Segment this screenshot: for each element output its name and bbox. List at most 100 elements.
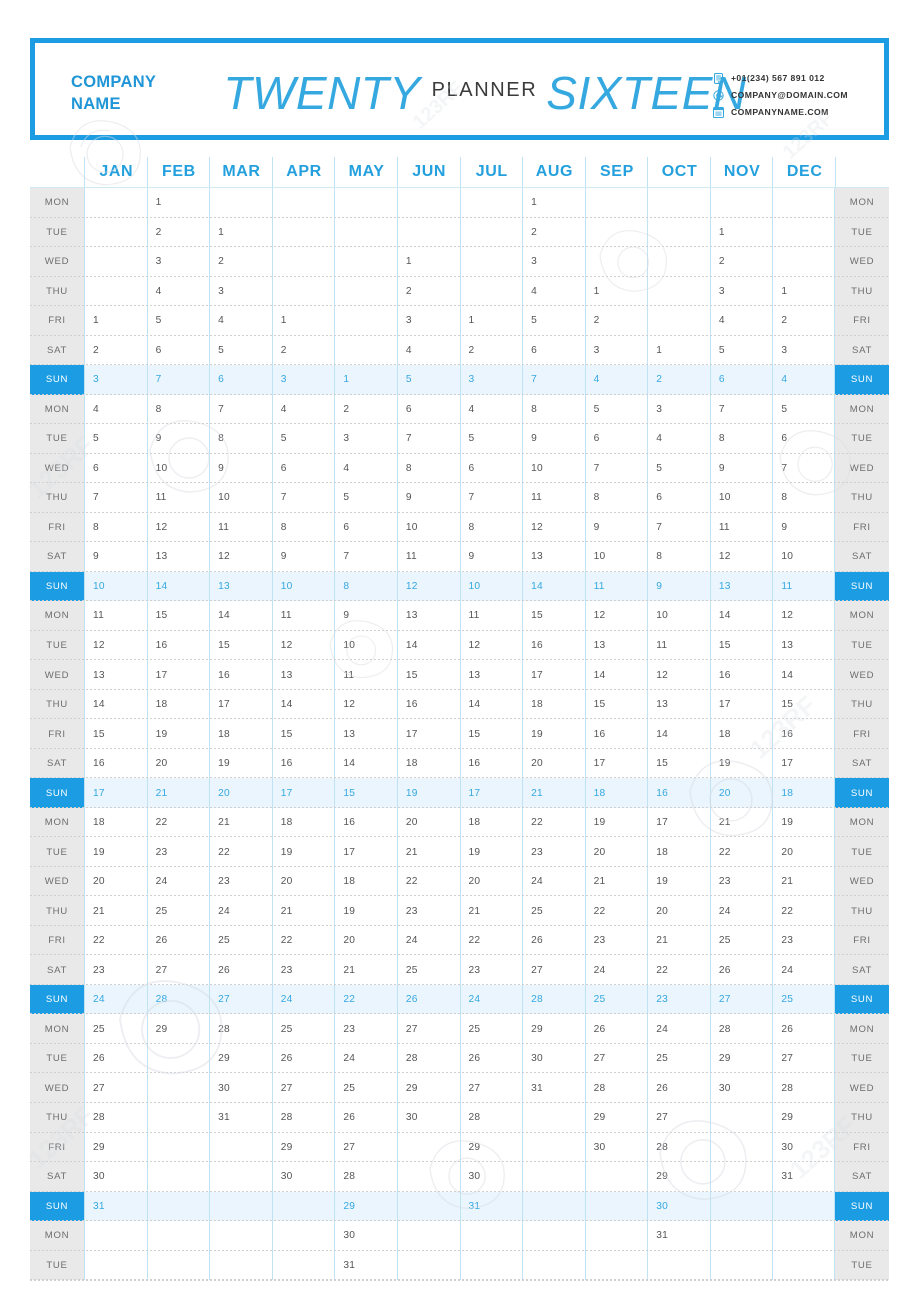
day-cell-dec[interactable]: 8 [772,483,835,513]
day-cell-sep[interactable]: 4 [584,365,648,395]
day-cell-jun[interactable]: 1 [396,247,460,277]
day-cell-feb[interactable] [146,1102,210,1133]
day-cell-may[interactable]: 5 [334,483,397,513]
day-cell-oct[interactable] [647,188,710,218]
day-cell-mar[interactable] [209,1250,272,1281]
day-cell-may[interactable]: 16 [334,807,397,838]
day-cell-jul[interactable]: 25 [459,1014,523,1044]
day-cell-nov[interactable]: 12 [709,542,773,572]
day-cell-mar[interactable]: 29 [209,1043,272,1074]
day-cell-aug[interactable]: 1 [522,188,585,218]
day-cell-sep[interactable]: 17 [584,748,648,779]
day-cell-oct[interactable]: 16 [647,778,710,808]
day-cell-apr[interactable]: 24 [271,984,335,1015]
day-cell-jan[interactable]: 5 [84,424,147,454]
day-cell-dec[interactable]: 28 [772,1073,835,1103]
day-cell-jul[interactable]: 1 [459,306,523,336]
day-cell-feb[interactable]: 8 [146,394,210,425]
day-cell-mar[interactable] [209,188,272,218]
day-cell-dec[interactable]: 4 [772,365,835,395]
day-cell-mar[interactable]: 8 [209,424,272,454]
day-cell-may[interactable] [334,306,397,336]
day-cell-jul[interactable] [459,188,523,218]
day-cell-dec[interactable]: 30 [772,1132,835,1163]
day-cell-jul[interactable]: 22 [459,925,523,956]
day-cell-mar[interactable]: 17 [209,689,272,720]
day-cell-oct[interactable]: 12 [647,660,710,690]
day-cell-dec[interactable]: 2 [772,306,835,336]
day-cell-nov[interactable]: 27 [709,984,773,1015]
day-cell-jun[interactable]: 3 [396,306,460,336]
day-cell-apr[interactable]: 28 [271,1102,335,1133]
day-cell-aug[interactable] [522,1191,585,1222]
day-cell-dec[interactable]: 12 [772,601,835,631]
day-cell-aug[interactable]: 20 [522,748,585,779]
day-cell-nov[interactable]: 1 [709,217,773,248]
day-cell-nov[interactable] [709,1162,773,1192]
day-cell-dec[interactable]: 19 [772,807,835,838]
day-cell-oct[interactable]: 25 [647,1043,710,1074]
day-cell-jul[interactable]: 18 [459,807,523,838]
day-cell-feb[interactable] [146,1250,210,1281]
day-cell-nov[interactable]: 17 [709,689,773,720]
day-cell-mar[interactable]: 14 [209,601,272,631]
day-cell-aug[interactable]: 2 [522,217,585,248]
day-cell-dec[interactable]: 23 [772,925,835,956]
day-cell-apr[interactable] [271,1221,335,1251]
day-cell-jun[interactable]: 27 [396,1014,460,1044]
day-cell-apr[interactable]: 7 [271,483,335,513]
day-cell-sep[interactable]: 25 [584,984,648,1015]
day-cell-feb[interactable] [146,1191,210,1222]
day-cell-jun[interactable]: 18 [396,748,460,779]
day-cell-dec[interactable]: 27 [772,1043,835,1074]
day-cell-may[interactable]: 15 [334,778,397,808]
day-cell-aug[interactable]: 8 [522,394,585,425]
day-cell-apr[interactable]: 23 [271,955,335,985]
day-cell-dec[interactable]: 5 [772,394,835,425]
day-cell-aug[interactable]: 16 [522,630,585,661]
day-cell-oct[interactable]: 29 [647,1162,710,1192]
day-cell-aug[interactable]: 14 [522,571,585,602]
day-cell-dec[interactable]: 26 [772,1014,835,1044]
day-cell-jul[interactable]: 4 [459,394,523,425]
day-cell-feb[interactable]: 28 [146,984,210,1015]
day-cell-feb[interactable]: 1 [146,188,210,218]
day-cell-oct[interactable]: 19 [647,866,710,897]
day-cell-may[interactable]: 18 [334,866,397,897]
day-cell-nov[interactable]: 7 [709,394,773,425]
day-cell-apr[interactable] [271,247,335,277]
day-cell-aug[interactable]: 13 [522,542,585,572]
day-cell-mar[interactable]: 22 [209,837,272,867]
day-cell-apr[interactable]: 21 [271,896,335,926]
day-cell-may[interactable]: 17 [334,837,397,867]
day-cell-may[interactable]: 20 [334,925,397,956]
day-cell-sep[interactable]: 21 [584,866,648,897]
day-cell-aug[interactable]: 26 [522,925,585,956]
day-cell-sep[interactable] [584,247,648,277]
day-cell-apr[interactable]: 3 [271,365,335,395]
day-cell-nov[interactable]: 9 [709,453,773,484]
day-cell-jun[interactable]: 4 [396,335,460,366]
day-cell-jul[interactable]: 17 [459,778,523,808]
day-cell-mar[interactable]: 1 [209,217,272,248]
day-cell-oct[interactable]: 7 [647,512,710,543]
day-cell-nov[interactable]: 25 [709,925,773,956]
day-cell-nov[interactable] [709,1191,773,1222]
day-cell-jun[interactable]: 22 [396,866,460,897]
day-cell-dec[interactable] [772,217,835,248]
day-cell-jan[interactable] [84,1221,147,1251]
day-cell-feb[interactable]: 15 [146,601,210,631]
day-cell-may[interactable]: 2 [334,394,397,425]
day-cell-aug[interactable]: 3 [522,247,585,277]
day-cell-aug[interactable]: 28 [522,984,585,1015]
day-cell-dec[interactable] [772,1221,835,1251]
day-cell-apr[interactable]: 14 [271,689,335,720]
day-cell-nov[interactable]: 22 [709,837,773,867]
day-cell-feb[interactable]: 13 [146,542,210,572]
day-cell-mar[interactable] [209,1191,272,1222]
day-cell-jul[interactable]: 23 [459,955,523,985]
day-cell-jul[interactable]: 30 [459,1162,523,1192]
day-cell-mar[interactable]: 28 [209,1014,272,1044]
day-cell-feb[interactable]: 20 [146,748,210,779]
day-cell-feb[interactable]: 3 [146,247,210,277]
